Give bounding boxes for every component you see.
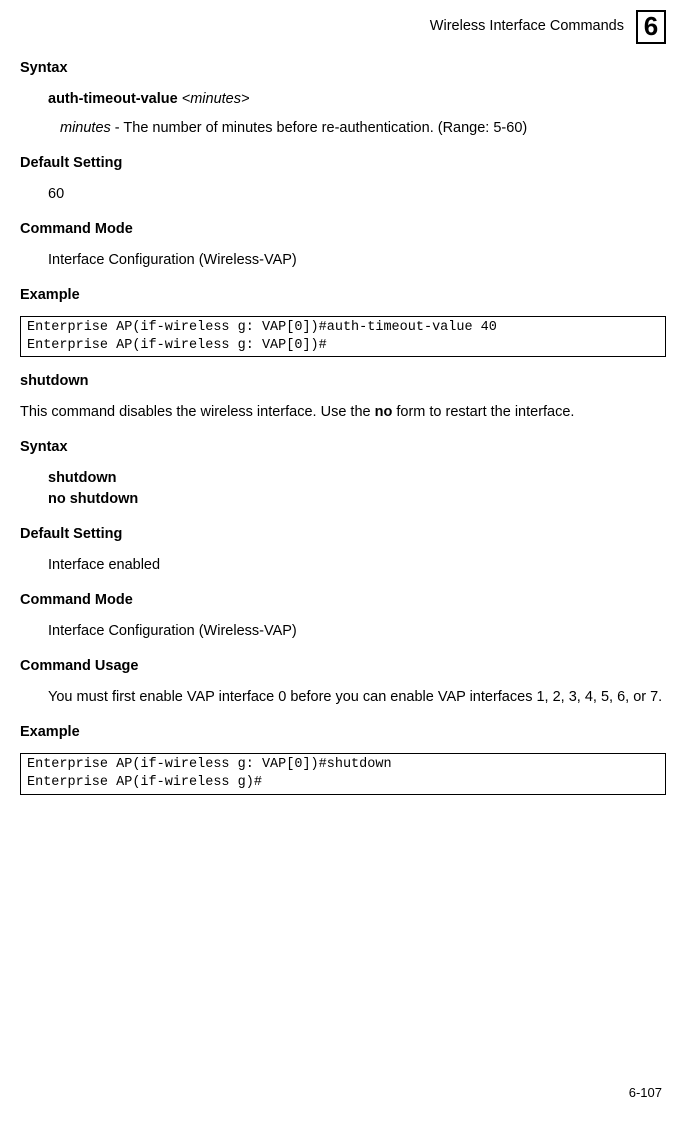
- example-code-2: Enterprise AP(if-wireless g: VAP[0])#shu…: [20, 753, 666, 794]
- command-usage-heading: Command Usage: [20, 656, 666, 677]
- shutdown-heading: shutdown: [20, 371, 666, 392]
- command-mode-value-1: Interface Configuration (Wireless-VAP): [48, 250, 666, 271]
- command-mode-heading-2: Command Mode: [20, 590, 666, 611]
- shutdown-desc-a: This command disables the wireless inter…: [20, 404, 375, 420]
- param-name: minutes: [60, 120, 111, 136]
- syntax-line-no-shutdown: no shutdown: [48, 489, 666, 510]
- default-setting-heading-1: Default Setting: [20, 153, 666, 174]
- example-heading-1: Example: [20, 285, 666, 306]
- page-header: Wireless Interface Commands 6: [20, 10, 666, 44]
- example-code-1: Enterprise AP(if-wireless g: VAP[0])#aut…: [20, 316, 666, 357]
- param-description: minutes - The number of minutes before r…: [60, 118, 666, 139]
- header-title: Wireless Interface Commands: [430, 16, 624, 37]
- shutdown-description: This command disables the wireless inter…: [20, 402, 666, 423]
- syntax-block-2: shutdown no shutdown: [48, 468, 666, 510]
- syntax-command-line: auth-timeout-value <minutes>: [48, 89, 666, 110]
- syntax-heading-2: Syntax: [20, 437, 666, 458]
- syntax-line-shutdown: shutdown: [48, 468, 666, 489]
- command-arg: <minutes>: [182, 91, 250, 107]
- default-setting-heading-2: Default Setting: [20, 524, 666, 545]
- shutdown-desc-bold: no: [375, 404, 393, 420]
- default-setting-value-2: Interface enabled: [48, 555, 666, 576]
- shutdown-desc-b: form to restart the interface.: [392, 404, 574, 420]
- command-mode-value-2: Interface Configuration (Wireless-VAP): [48, 621, 666, 642]
- command-keyword: auth-timeout-value: [48, 91, 182, 107]
- command-usage-value: You must first enable VAP interface 0 be…: [48, 687, 666, 708]
- param-desc-text: - The number of minutes before re-authen…: [111, 120, 527, 136]
- default-setting-value-1: 60: [48, 184, 666, 205]
- chapter-badge: 6: [636, 10, 666, 44]
- syntax-heading-1: Syntax: [20, 58, 666, 79]
- page-number: 6-107: [629, 1084, 662, 1103]
- example-heading-2: Example: [20, 722, 666, 743]
- command-mode-heading-1: Command Mode: [20, 219, 666, 240]
